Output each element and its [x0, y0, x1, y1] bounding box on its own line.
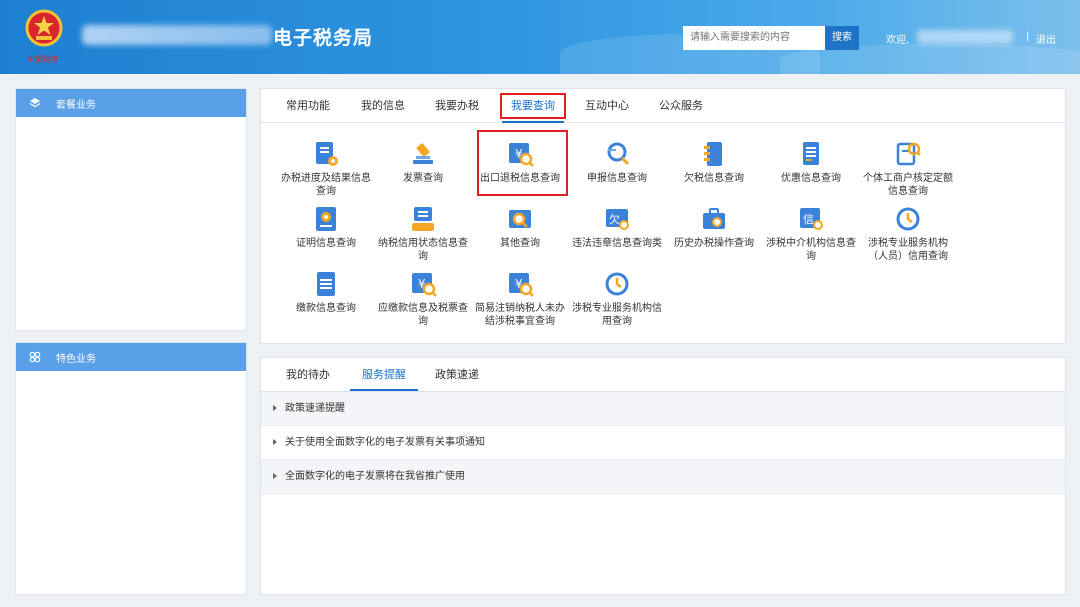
tab-public-service[interactable]: 公众服务 [659, 89, 703, 122]
payment-document-icon [317, 272, 335, 296]
query-tabs: 常用功能 我的信息 我要办税 我要查询 互动中心 公众服务 [261, 89, 1065, 123]
certificate-icon [316, 207, 336, 231]
tab-tax-handling[interactable]: 我要办税 [435, 89, 479, 122]
query-item-invoice[interactable]: 发票查询 [375, 139, 471, 185]
gavel-icon [413, 143, 433, 164]
query-item-credit-status[interactable]: 纳税信用状态信息查询 [375, 204, 471, 263]
tab-service-reminder[interactable]: 服务提醒 [350, 358, 418, 391]
document-search-icon [896, 142, 921, 166]
header-separator: | [1026, 31, 1030, 42]
layers-icon [28, 97, 42, 109]
query-items-grid: 办税进度及结果信息查询 发票查询 ¥ 出口退税信息查询 申报信息查询 欠税信息查… [261, 123, 1065, 339]
search-input[interactable] [683, 26, 825, 50]
query-item-individual-quota[interactable]: 个体工商户核定定额信息查询 [860, 139, 956, 198]
notice-list: 政策速递提醒 关于使用全面数字化的电子发票有关事项通知 全面数字化的电子发票将在… [261, 392, 1065, 494]
tab-common-functions[interactable]: 常用功能 [286, 89, 330, 122]
query-item-simple-deregistration[interactable]: ¥ 简易注销纳税人未办结涉税事宜查询 [472, 269, 568, 328]
svg-text:信: 信 [803, 213, 814, 226]
notice-panel: 我的待办 服务提醒 政策速递 政策速递提醒 关于使用全面数字化的电子发票有关事项… [260, 357, 1066, 595]
yen-search-icon: ¥ [509, 273, 534, 297]
magnifier-icon [607, 142, 630, 166]
username-blurred [917, 30, 1013, 44]
violation-icon: 欠 [606, 209, 629, 230]
list-item[interactable]: 政策速递提醒 [261, 392, 1065, 426]
briefcase-search-icon [703, 208, 725, 229]
flower-icon [28, 351, 42, 363]
export-rebate-highlight [477, 130, 568, 196]
package-title: 套餐业务 [56, 99, 96, 111]
notice-tabs: 我的待办 服务提醒 政策速递 [261, 358, 1065, 392]
logout-link[interactable]: 退出 [1036, 31, 1056, 46]
tab-interaction-center[interactable]: 互动中心 [585, 89, 629, 122]
clock-history-icon [896, 207, 920, 231]
query-item-preferential[interactable]: 优惠信息查询 [763, 139, 859, 185]
tax-emblem-icon [25, 9, 63, 47]
query-item-arrears[interactable]: 欠税信息查询 [666, 139, 762, 185]
welcome-text: 欢迎, [886, 35, 910, 46]
yen-search-icon: ¥ [412, 273, 437, 297]
feature-title: 特色业务 [56, 353, 96, 365]
query-item-declaration[interactable]: 申报信息查询 [569, 139, 665, 185]
query-item-history[interactable]: 历史办税操作查询 [666, 204, 762, 250]
query-item-payable-taxbill[interactable]: ¥ 应缴款信息及税票查询 [375, 269, 471, 328]
list-item[interactable]: 全面数字化的电子发票将在我省推广使用 [261, 460, 1065, 494]
query-item-certificate[interactable]: 证明信息查询 [278, 204, 374, 250]
feature-panel: 特色业务 [15, 342, 247, 595]
query-item-violation[interactable]: 欠 违法违章信息查询类 [569, 204, 665, 250]
clock-history-icon [605, 272, 629, 296]
query-item-payment[interactable]: 缴款信息查询 [278, 269, 374, 315]
site-title: 电子税务局 [273, 27, 374, 49]
query-item-intermediary[interactable]: 信 涉税中介机构信息查询 [763, 204, 859, 263]
caret-right-icon [273, 473, 277, 479]
package-panel: 套餐业务 [15, 88, 247, 331]
query-item-other[interactable]: 其他查询 [472, 204, 568, 250]
feature-header[interactable]: 特色业务 [16, 343, 246, 371]
caret-right-icon [273, 439, 277, 445]
credit-search-icon: 信 [800, 208, 823, 230]
caret-right-icon [273, 405, 277, 411]
top-header: 中国税务 电子税务局 搜索 欢迎, | 退出 [0, 0, 1080, 74]
tab-my-info[interactable]: 我的信息 [361, 89, 405, 122]
tab-my-todo[interactable]: 我的待办 [286, 358, 330, 391]
package-header[interactable]: 套餐业务 [16, 89, 246, 117]
svg-text:欠: 欠 [609, 212, 620, 226]
emblem-caption: 中国税务 [26, 55, 58, 64]
query-panel: 常用功能 我的信息 我要办税 我要查询 互动中心 公众服务 办税进度及结果信息查… [260, 88, 1066, 344]
list-item[interactable]: 关于使用全面数字化的电子发票有关事项通知 [261, 426, 1065, 460]
tab-query[interactable]: 我要查询 [500, 93, 566, 123]
search-button[interactable]: 搜索 [825, 26, 859, 50]
query-item-service-credit-personnel[interactable]: 涉税专业服务机构（人员）信用查询 [860, 204, 956, 263]
credit-record-icon [412, 207, 434, 231]
list-document-icon [803, 142, 819, 165]
ledger-icon [704, 142, 722, 166]
query-item-service-credit[interactable]: 涉税专业服务机构信用查询 [569, 269, 665, 328]
province-name-blurred [82, 25, 272, 45]
query-item-progress[interactable]: 办税进度及结果信息查询 [278, 139, 374, 198]
search-card-icon [509, 210, 531, 228]
document-gear-icon [316, 142, 338, 166]
tab-policy-express[interactable]: 政策速递 [435, 358, 479, 391]
